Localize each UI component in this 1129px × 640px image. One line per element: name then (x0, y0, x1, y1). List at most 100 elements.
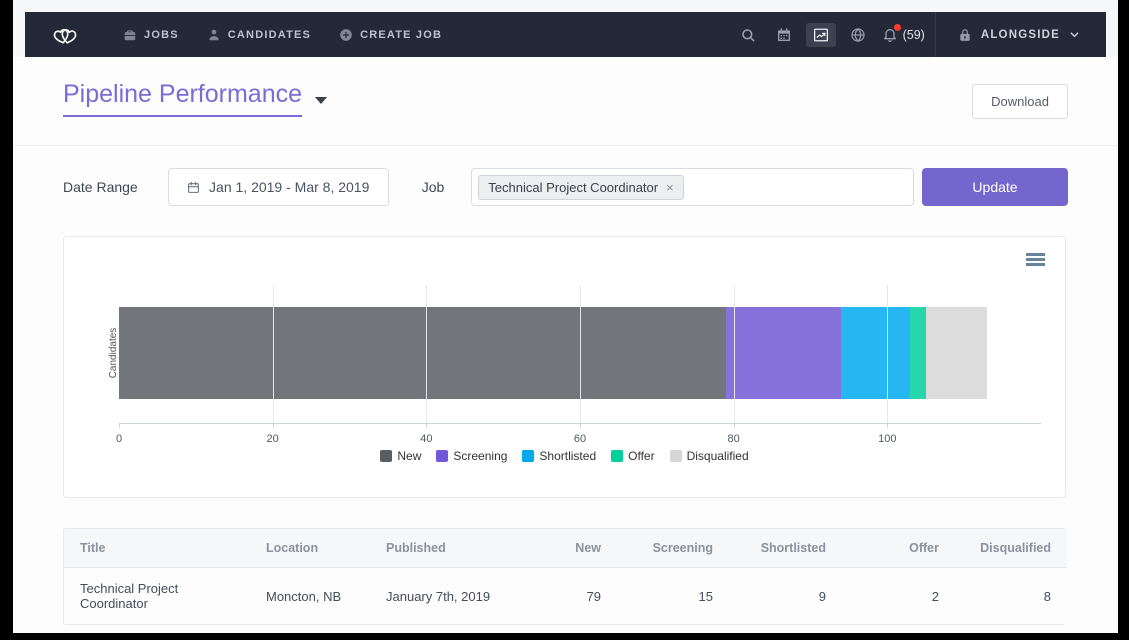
title-caret-icon[interactable] (315, 97, 327, 104)
main-content: Candidates 020406080100 NewScreeningShor… (13, 228, 1118, 625)
bar-segment-offer (910, 307, 925, 399)
navbar: JOBS CANDIDATES CREATE JOB (25, 12, 1106, 57)
job-input[interactable]: Technical Project Coordinator × (471, 168, 914, 206)
navbar-right: (59) ALONGSIDE (730, 12, 1106, 57)
y-axis-label: Candidates (108, 328, 119, 379)
axis-tick (273, 424, 274, 428)
column-header-disqualified: Disqualified (955, 529, 1067, 568)
bar-segment-screening (726, 307, 841, 399)
table-header-row: TitleLocationPublishedNewScreeningShortl… (64, 529, 1067, 568)
x-tick-label: 40 (420, 433, 432, 445)
axis-tick (580, 424, 581, 428)
column-header-shortlisted: Shortlisted (729, 529, 842, 568)
bar-segment-new (119, 307, 726, 399)
filters-bar: Date Range Jan 1, 2019 - Mar 8, 2019 Job… (13, 145, 1118, 228)
axis-tick (426, 424, 427, 428)
column-header-offer: Offer (842, 529, 955, 568)
legend-label: Offer (628, 449, 654, 463)
column-header-title: Title (64, 529, 250, 568)
globe-icon[interactable] (840, 12, 876, 57)
legend-item-offer[interactable]: Offer (611, 449, 654, 463)
nav-item-label: CANDIDATES (228, 29, 311, 41)
legend-label: New (397, 449, 421, 463)
gridline (273, 285, 274, 424)
x-tick-label: 100 (878, 433, 896, 445)
table-cell-location: Moncton, NB (250, 568, 370, 625)
axis-tick (734, 424, 735, 428)
legend-swatch (670, 450, 682, 462)
briefcase-icon (123, 28, 137, 42)
update-button[interactable]: Update (922, 168, 1068, 206)
notification-count: (59) (903, 28, 925, 42)
chart-panel: Candidates 020406080100 NewScreeningShor… (63, 236, 1066, 498)
legend-label: Screening (453, 449, 507, 463)
chart-icon-active-background (806, 23, 836, 47)
chart-icon[interactable] (802, 12, 840, 57)
date-range-input[interactable]: Jan 1, 2019 - Mar 8, 2019 (168, 168, 389, 206)
plus-circle-icon (339, 28, 353, 42)
column-header-screening: Screening (617, 529, 729, 568)
table-cell-published: January 7th, 2019 (370, 568, 524, 625)
chevron-down-icon (1069, 29, 1080, 40)
bar-segment-disqualified (926, 307, 987, 399)
download-button[interactable]: Download (972, 84, 1068, 119)
gridline (887, 285, 888, 424)
page-title[interactable]: Pipeline Performance (63, 80, 302, 117)
column-header-new: New (524, 529, 617, 568)
legend-label: Disqualified (687, 449, 749, 463)
date-range-label: Date Range (63, 179, 138, 195)
top-band: JOBS CANDIDATES CREATE JOB (13, 0, 1118, 57)
x-tick-label: 80 (728, 433, 740, 445)
calendar-small-icon (187, 181, 200, 194)
legend-item-disqualified[interactable]: Disqualified (670, 449, 749, 463)
calendar-icon[interactable] (766, 12, 802, 57)
navbar-left: JOBS CANDIDATES CREATE JOB (25, 12, 456, 57)
nav-item-jobs[interactable]: JOBS (109, 28, 193, 42)
job-tag-label: Technical Project Coordinator (488, 180, 658, 195)
axis-tick (119, 424, 120, 428)
page: JOBS CANDIDATES CREATE JOB (13, 0, 1118, 633)
legend-item-shortlisted[interactable]: Shortlisted (522, 449, 596, 463)
legend-item-screening[interactable]: Screening (436, 449, 507, 463)
x-axis-line (119, 423, 1041, 424)
column-header-location: Location (250, 529, 370, 568)
gridline (580, 285, 581, 424)
bar-segment-shortlisted (841, 307, 910, 399)
legend-swatch (611, 450, 623, 462)
nav-item-create-job[interactable]: CREATE JOB (325, 28, 456, 42)
alongside-hearts-logo[interactable] (47, 21, 83, 48)
table-cell-shortlisted: 9 (729, 568, 842, 625)
nav-item-label: JOBS (144, 29, 179, 41)
legend-swatch (436, 450, 448, 462)
gridline (426, 285, 427, 424)
notification-dot (894, 24, 901, 31)
chart-menu-icon[interactable] (1026, 253, 1045, 268)
legend-swatch (380, 450, 392, 462)
legend-item-new[interactable]: New (380, 449, 421, 463)
job-tag: Technical Project Coordinator × (478, 175, 683, 200)
nav-item-label: CREATE JOB (360, 29, 442, 41)
legend-swatch (522, 450, 534, 462)
x-tick-label: 0 (116, 433, 122, 445)
job-label: Job (422, 179, 445, 195)
plot-area: 020406080100 (119, 285, 1041, 424)
title-row: Pipeline Performance Download (13, 57, 1118, 145)
search-icon[interactable] (730, 12, 766, 57)
account-label: ALONGSIDE (981, 29, 1060, 41)
column-header-published: Published (370, 529, 524, 568)
person-icon (207, 28, 221, 42)
x-tick-label: 20 (267, 433, 279, 445)
table-cell-screening: 15 (617, 568, 729, 625)
table-row: Technical Project CoordinatorMoncton, NB… (64, 568, 1067, 625)
account-menu[interactable]: ALONGSIDE (936, 12, 1106, 57)
notifications-button[interactable]: (59) (876, 12, 935, 57)
bell-icon (882, 27, 898, 43)
x-tick-label: 60 (574, 433, 586, 445)
lock-icon (958, 28, 972, 42)
date-range-value: Jan 1, 2019 - Mar 8, 2019 (209, 179, 369, 195)
remove-tag-icon[interactable]: × (666, 181, 674, 194)
nav-item-candidates[interactable]: CANDIDATES (193, 28, 325, 42)
table-body: Technical Project CoordinatorMoncton, NB… (64, 568, 1067, 625)
chart-legend: New Screening Shortlisted Offer Disqualified (64, 449, 1065, 463)
table-cell-disqualified: 8 (955, 568, 1067, 625)
